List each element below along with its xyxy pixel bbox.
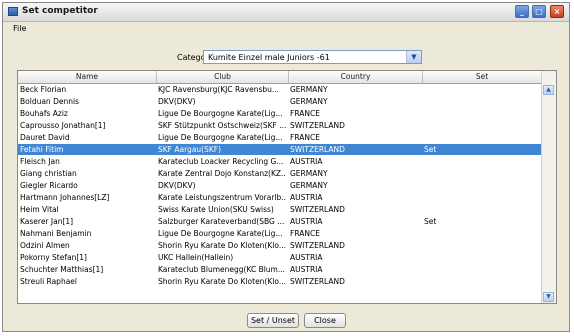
cell-club: Shorin Ryu Karate Do Kloten(Klo... xyxy=(158,241,286,250)
cell-country: AUSTRIA xyxy=(290,253,323,262)
competitor-table: Name Club Country Set Beck Florian KJC Ra… xyxy=(17,70,557,304)
cell-name: Bouhafs Aziz xyxy=(20,109,68,118)
window-title: Set competitor xyxy=(22,6,98,16)
vertical-scrollbar[interactable]: ▲ ▼ xyxy=(541,71,556,303)
cell-club: Swiss Karate Union(SKU Swiss) xyxy=(158,205,274,214)
cell-club: Karate Leistungszentrum Vorarlb... xyxy=(158,193,286,202)
chevron-down-icon[interactable]: ▼ xyxy=(406,51,421,63)
cell-name: Giang christian xyxy=(20,169,77,178)
cell-club: KJC Ravensburg(KJC Ravensbu... xyxy=(158,85,280,94)
cell-name: Odzini Almen xyxy=(20,241,70,250)
cell-club: Karate Zentral Dojo Konstanz(KZ... xyxy=(158,169,286,178)
table-header: Name Club Country Set xyxy=(18,71,542,84)
table-row[interactable]: Heim Vital Swiss Karate Union(SKU Swiss) S… xyxy=(18,204,542,215)
table-row[interactable]: Streuli Raphael Shorin Ryu Karate Do Klot… xyxy=(18,276,542,287)
cell-country: FRANCE xyxy=(290,133,320,142)
table-row[interactable]: Fleisch Jan Karateclub Loacker Recycling … xyxy=(18,156,542,167)
set-unset-button[interactable]: Set / Unset xyxy=(247,313,299,328)
cell-club: Karateclub Blumenegg(KC Blum... xyxy=(158,265,286,274)
cell-name: Schuchter Matthias[1] xyxy=(20,265,104,274)
cell-name: Giegler Ricardo xyxy=(20,181,78,190)
cell-country: GERMANY xyxy=(290,181,328,190)
cell-club: Shorin Ryu Karate Do Kloten(Klo... xyxy=(158,277,286,286)
cell-club: Ligue De Bourgogne Karate(Lig... xyxy=(158,133,283,142)
cell-name: Pokorny Stefan[1] xyxy=(20,253,87,262)
cell-club: UKC Hallein(Hallein) xyxy=(158,253,234,262)
cell-country: FRANCE xyxy=(290,109,320,118)
table-row[interactable]: Beck Florian KJC Ravensburg(KJC Ravensbu.… xyxy=(18,84,542,95)
minimize-icon[interactable]: _ xyxy=(515,5,529,18)
cell-country: GERMANY xyxy=(290,169,328,178)
cell-country: FRANCE xyxy=(290,229,320,238)
category-value: Kumite Einzel male Juniors -61 xyxy=(208,53,330,62)
cell-name: Dauret David xyxy=(20,133,70,142)
menu-bar: File xyxy=(3,22,569,35)
cell-country: GERMANY xyxy=(290,97,328,106)
scroll-up-icon[interactable]: ▲ xyxy=(543,85,554,95)
cell-club: Ligue De Bourgogne Karate(Lig... xyxy=(158,229,283,238)
cell-country: SWITZERLAND xyxy=(290,121,345,130)
cell-club: DKV(DKV) xyxy=(158,97,196,106)
table-row[interactable]: Kaserer Jan[1] Salzburger Karateverband(S… xyxy=(18,216,542,227)
column-header-club[interactable]: Club xyxy=(157,71,289,83)
cell-set: Set xyxy=(424,145,437,154)
app-icon xyxy=(8,7,18,16)
table-row[interactable]: Hartmann Johannes[LZ] Karate Leistungszen… xyxy=(18,192,542,203)
cell-country: AUSTRIA xyxy=(290,265,323,274)
cell-name: Hartmann Johannes[LZ] xyxy=(20,193,110,202)
table-row[interactable]: Giang christian Karate Zentral Dojo Konst… xyxy=(18,168,542,179)
cell-name: Caprousso Jonathan[1] xyxy=(20,121,106,130)
table-row[interactable]: Schuchter Matthias[1] Karateclub Blumeneg… xyxy=(18,264,542,275)
cell-country: SWITZERLAND xyxy=(290,205,345,214)
cell-country: AUSTRIA xyxy=(290,193,323,202)
column-header-name[interactable]: Name xyxy=(18,71,157,83)
cell-club: SKF Stützpunkt Ostschweiz(SKF ... xyxy=(158,121,286,130)
cell-country: GERMANY xyxy=(290,85,328,94)
title-bar[interactable]: Set competitor _ □ × xyxy=(3,3,569,22)
close-button[interactable]: Close xyxy=(304,313,346,328)
cell-country: SWITZERLAND xyxy=(290,145,345,154)
cell-country: AUSTRIA xyxy=(290,157,323,166)
cell-name: Beck Florian xyxy=(20,85,67,94)
table-row[interactable]: Pokorny Stefan[1] UKC Hallein(Hallein) AUS… xyxy=(18,252,542,263)
table-row[interactable]: Odzini Almen Shorin Ryu Karate Do Kloten(… xyxy=(18,240,542,251)
cell-name: Nahmani Benjamin xyxy=(20,229,92,238)
cell-name: Bolduan Dennis xyxy=(20,97,79,106)
table-row[interactable]: Bouhafs Aziz Ligue De Bourgogne Karate(Li… xyxy=(18,108,542,119)
close-icon[interactable]: × xyxy=(550,5,564,18)
cell-country: SWITZERLAND xyxy=(290,241,345,250)
table-row[interactable]: Giegler Ricardo DKV(DKV) GERMANY xyxy=(18,180,542,191)
scroll-down-icon[interactable]: ▼ xyxy=(543,292,554,302)
menu-file[interactable]: File xyxy=(13,24,26,33)
cell-club: DKV(DKV) xyxy=(158,181,196,190)
cell-name: Fetahi Fitim xyxy=(20,145,64,154)
maximize-icon[interactable]: □ xyxy=(532,5,546,18)
cell-name: Streuli Raphael xyxy=(20,277,77,286)
cell-name: Fleisch Jan xyxy=(20,157,60,166)
table-row[interactable]: Nahmani Benjamin Ligue De Bourgogne Karat… xyxy=(18,228,542,239)
cell-name: Kaserer Jan[1] xyxy=(20,217,74,226)
category-select[interactable]: Kumite Einzel male Juniors -61 ▼ xyxy=(203,50,422,64)
table-row[interactable]: Bolduan Dennis DKV(DKV) GERMANY xyxy=(18,96,542,107)
table-row[interactable]: Caprousso Jonathan[1] SKF Stützpunkt Osts… xyxy=(18,120,542,131)
cell-country: SWITZERLAND xyxy=(290,277,345,286)
cell-club: Salzburger Karateverband(SBG ... xyxy=(158,217,285,226)
cell-club: Karateclub Loacker Recycling G... xyxy=(158,157,284,166)
cell-name: Heim Vital xyxy=(20,205,59,214)
cell-country: AUSTRIA xyxy=(290,217,323,226)
cell-club: SKF Aargau(SKF) xyxy=(158,145,222,154)
cell-club: Ligue De Bourgogne Karate(Lig... xyxy=(158,109,283,118)
column-header-set[interactable]: Set xyxy=(423,71,542,83)
column-header-country[interactable]: Country xyxy=(289,71,423,83)
cell-set: Set xyxy=(424,217,437,226)
table-row[interactable]: Dauret David Ligue De Bourgogne Karate(Li… xyxy=(18,132,542,143)
table-row[interactable]: Fetahi Fitim SKF Aargau(SKF) SWITZERLAND Se… xyxy=(18,144,542,155)
